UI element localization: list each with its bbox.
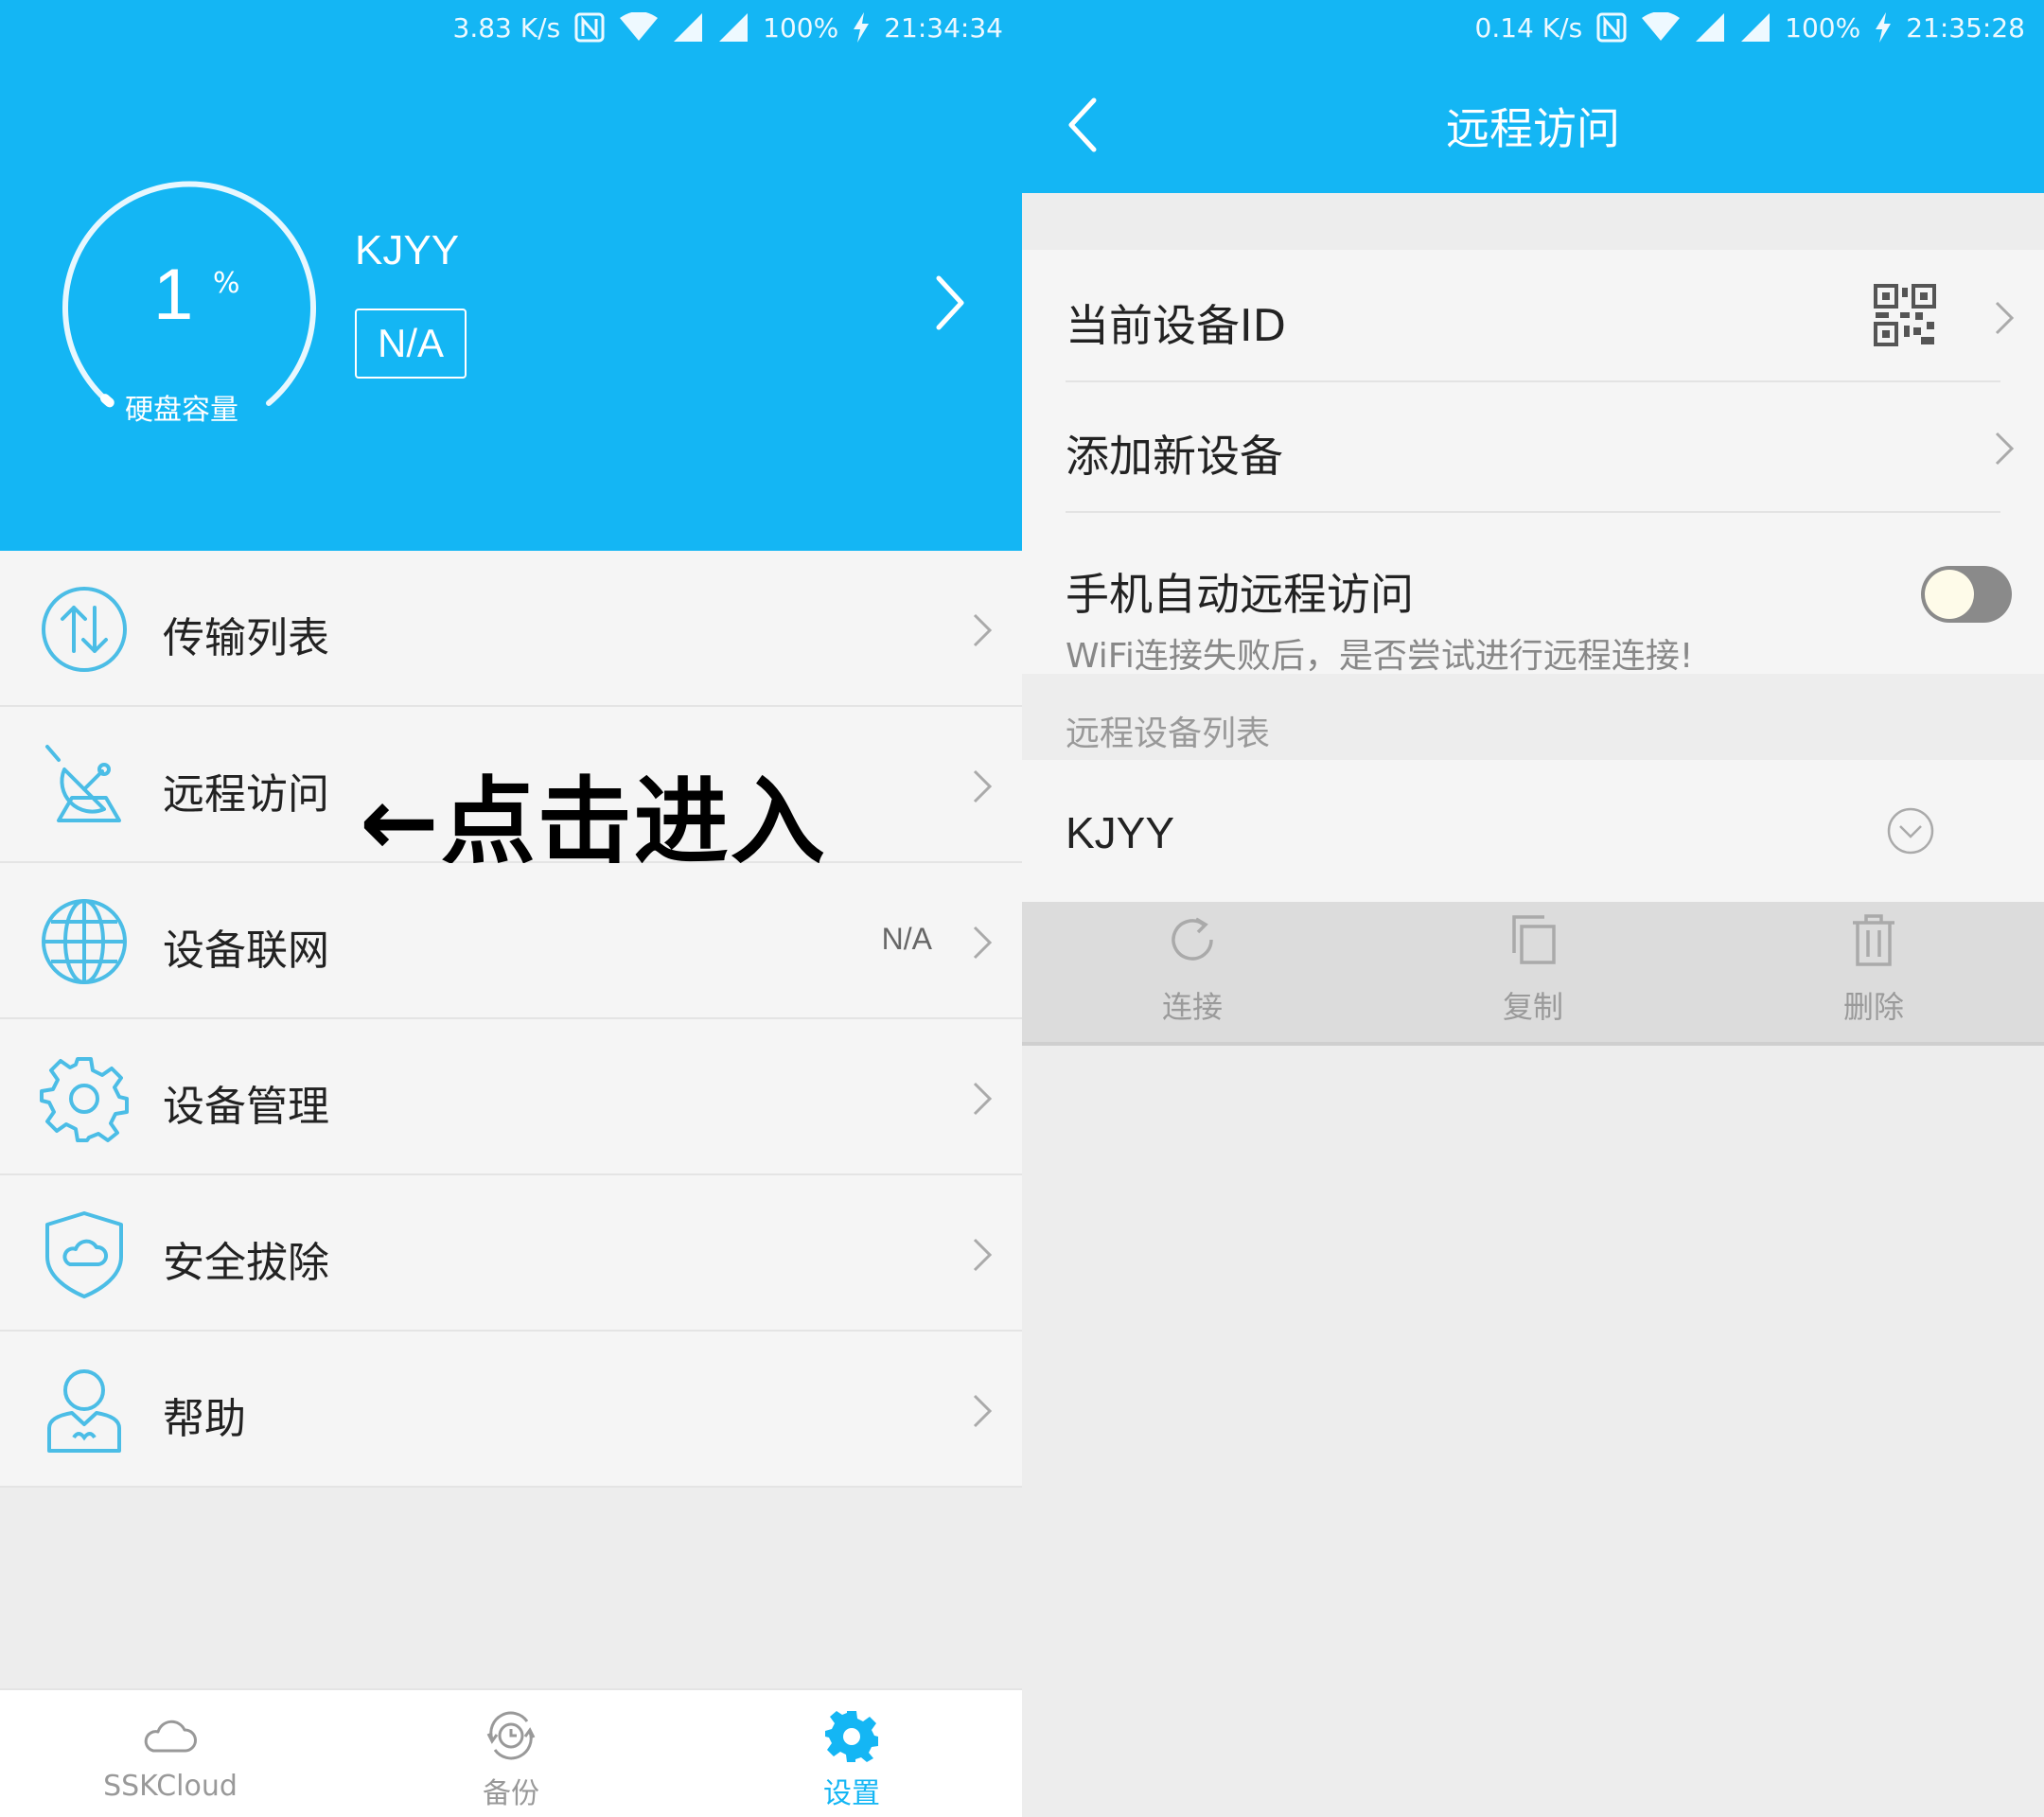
- wifi-icon: [1642, 12, 1681, 41]
- tab-backup[interactable]: 备份: [341, 1690, 681, 1817]
- menu-item-device-network[interactable]: 设备联网 N/A: [0, 863, 1022, 1019]
- nfc-icon: [574, 12, 605, 43]
- menu-item-label: 帮助: [163, 1395, 246, 1443]
- remote-device-row[interactable]: KJYY: [1022, 760, 2044, 902]
- title-bar: 0.14 K/s 100% 21:35:28 远程访问: [1022, 0, 2044, 193]
- copy-icon: [1512, 915, 1556, 964]
- tab-settings[interactable]: 设置: [681, 1690, 1022, 1817]
- menu-item-label: 安全拔除: [163, 1239, 329, 1287]
- add-device-row[interactable]: 添加新设备: [1022, 382, 2044, 513]
- chevron-right-icon: [973, 1394, 993, 1428]
- gear-icon: [40, 1057, 129, 1142]
- clock: 21:35:28: [1906, 11, 2025, 44]
- status-bar: 0.14 K/s 100% 21:35:28: [1022, 0, 2044, 55]
- remote-device-name: KJYY: [1066, 808, 1175, 857]
- status-bar: 3.83 K/s 100% 21:34:34: [0, 0, 1022, 55]
- current-device-id-row[interactable]: 当前设备ID: [1022, 250, 2044, 382]
- cell-signal-icon: [1696, 13, 1725, 42]
- wifi-icon: [620, 12, 659, 41]
- satellite-dish-icon: [45, 745, 121, 822]
- person-icon: [47, 1369, 121, 1453]
- backup-clock-icon: [486, 1711, 536, 1760]
- row-description: WiFi连接失败后，是否尝试进行远程连接!: [1066, 637, 1694, 676]
- trash-icon: [1853, 914, 1894, 966]
- cell-signal-icon: [719, 13, 749, 42]
- chevron-right-icon[interactable]: [931, 273, 969, 333]
- toggle-knob: [1925, 570, 1974, 619]
- device-summary-header: 3.83 K/s 100% 21:34:34 1 % 硬盘容量 KJYY N/A: [0, 0, 1022, 551]
- menu-item-device-management[interactable]: 设备管理: [0, 1019, 1022, 1175]
- transfer-icon: [42, 587, 127, 672]
- action-label: 连接: [1161, 989, 1223, 1025]
- auto-remote-access-row: 手机自动远程访问 WiFi连接失败后，是否尝试进行远程连接!: [1022, 513, 2044, 676]
- menu-item-label: 设备联网: [163, 926, 329, 975]
- remote-access-screen: 0.14 K/s 100% 21:35:28 远程访问 当前设备ID 添加新设备: [1022, 0, 2044, 1817]
- globe-icon: [42, 899, 127, 984]
- cloud-icon: [144, 1720, 197, 1753]
- cell-signal-icon: [1741, 13, 1771, 42]
- refresh-icon: [1172, 917, 1213, 961]
- auto-remote-toggle[interactable]: [1921, 566, 2012, 623]
- menu-item-label: 传输列表: [163, 614, 329, 662]
- chevron-right-icon: [973, 1082, 993, 1116]
- disk-usage-label: 硬盘容量: [125, 394, 238, 427]
- delete-button[interactable]: 删除: [1703, 902, 2044, 1046]
- settings-screen: 3.83 K/s 100% 21:34:34 1 % 硬盘容量 KJYY N/A…: [0, 0, 1022, 1817]
- tab-label: 设置: [823, 1777, 880, 1810]
- tutorial-annotation: ←点击进入: [360, 767, 827, 877]
- menu-item-help[interactable]: 帮助: [0, 1332, 1022, 1488]
- chevron-right-icon: [973, 1238, 993, 1272]
- settings-menu: 传输列表 远程访问 ←点击进入 设备联网 N/A 设备管理 安全拔除 帮助: [0, 551, 1022, 1488]
- network-speed: 0.14 K/s: [1474, 11, 1583, 44]
- row-label: 添加新设备: [1066, 431, 1283, 482]
- menu-item-remote-access[interactable]: 远程访问 ←点击进入: [0, 707, 1022, 877]
- qr-code-icon[interactable]: [1874, 284, 1936, 346]
- battery-percent: 100%: [1785, 11, 1861, 44]
- chevron-right-icon: [973, 613, 993, 647]
- battery-percent: 100%: [763, 11, 839, 44]
- shield-cloud-icon: [45, 1211, 123, 1298]
- nfc-icon: [1596, 12, 1627, 43]
- disk-usage-value: 1: [153, 255, 194, 335]
- menu-item-safe-eject[interactable]: 安全拔除: [0, 1175, 1022, 1332]
- settings-gear-icon: [825, 1711, 878, 1762]
- action-label: 复制: [1502, 989, 1563, 1025]
- chevron-right-icon: [973, 769, 993, 803]
- row-label: 当前设备ID: [1066, 300, 1286, 351]
- chevron-right-icon: [1995, 301, 2015, 335]
- action-label: 删除: [1842, 989, 1904, 1025]
- tab-label: 备份: [483, 1777, 539, 1810]
- chevron-right-icon: [1995, 432, 2015, 466]
- device-status-badge: N/A: [355, 309, 467, 379]
- copy-button[interactable]: 复制: [1363, 902, 1703, 1046]
- menu-item-label: 设备管理: [163, 1083, 329, 1131]
- tab-label: SSKCloud: [103, 1770, 238, 1803]
- menu-item-label: 远程访问: [163, 770, 329, 819]
- chevron-right-icon: [973, 926, 993, 960]
- network-status-value: N/A: [881, 922, 932, 956]
- device-name[interactable]: KJYY: [355, 227, 459, 274]
- device-action-bar: 连接 复制 删除: [1022, 902, 2044, 1046]
- tab-sskcloud[interactable]: SSKCloud: [0, 1690, 341, 1817]
- disk-usage-unit: %: [213, 267, 240, 300]
- bottom-tab-bar: SSKCloud 备份 设置: [0, 1688, 1022, 1817]
- charging-icon: [1876, 12, 1892, 43]
- row-label: 手机自动远程访问: [1066, 569, 1414, 620]
- page-title: 远程访问: [1446, 103, 1620, 154]
- network-speed: 3.83 K/s: [452, 11, 561, 44]
- expand-chevron-icon[interactable]: [1887, 807, 1934, 855]
- connect-button[interactable]: 连接: [1022, 902, 1363, 1046]
- section-title: 远程设备列表: [1066, 714, 1271, 753]
- cell-signal-icon: [674, 13, 703, 42]
- charging-icon: [854, 12, 870, 43]
- menu-item-transfer-list[interactable]: 传输列表: [0, 551, 1022, 707]
- clock: 21:34:34: [884, 11, 1003, 44]
